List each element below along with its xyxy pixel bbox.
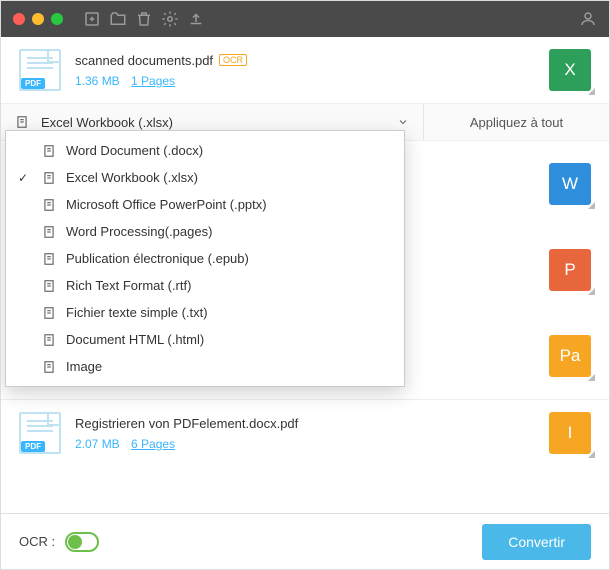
format-option[interactable]: Word Processing(.pages) [6, 218, 404, 245]
convert-button[interactable]: Convertir [482, 524, 591, 560]
ocr-label: OCR : [19, 534, 55, 549]
format-option[interactable]: Microsoft Office PowerPoint (.pptx) [6, 191, 404, 218]
format-option[interactable]: Document HTML (.html) [6, 326, 404, 353]
format-option-label: Word Processing(.pages) [66, 224, 212, 239]
pdf-badge: PDF [21, 441, 45, 452]
document-icon [42, 171, 56, 185]
format-option[interactable]: Word Document (.docx) [6, 137, 404, 164]
folder-icon[interactable] [109, 10, 127, 28]
file-pages-link[interactable]: 6 Pages [131, 437, 175, 451]
target-format-badge[interactable]: I [549, 412, 591, 454]
document-icon [15, 115, 29, 129]
file-name-label: Registrieren von PDFelement.docx.pdf [75, 416, 298, 431]
target-format-badge[interactable]: Pa [549, 335, 591, 377]
file-row: PDF scanned documents.pdf OCR 1.36 MB 1 … [1, 37, 609, 103]
close-window-button[interactable] [13, 13, 25, 25]
format-selected-label: Excel Workbook (.xlsx) [41, 115, 173, 130]
target-format-badge[interactable]: X [549, 49, 591, 91]
document-icon [42, 252, 56, 266]
gear-icon[interactable] [161, 10, 179, 28]
app-window: PDF scanned documents.pdf OCR 1.36 MB 1 … [0, 0, 610, 570]
format-option-label: Excel Workbook (.xlsx) [66, 170, 198, 185]
ocr-toggle[interactable] [65, 532, 99, 552]
format-option[interactable]: Image [6, 353, 404, 380]
format-option-label: Image [66, 359, 102, 374]
format-option[interactable]: Excel Workbook (.xlsx) [6, 164, 404, 191]
chevron-down-icon [397, 116, 409, 128]
document-icon [42, 279, 56, 293]
file-pages-link[interactable]: 1 Pages [131, 74, 175, 88]
ocr-badge: OCR [219, 54, 247, 66]
document-icon [42, 198, 56, 212]
target-format-badge[interactable]: P [549, 249, 591, 291]
document-icon [42, 144, 56, 158]
titlebar [1, 1, 609, 37]
user-icon[interactable] [579, 10, 597, 28]
upload-icon[interactable] [187, 10, 205, 28]
pdf-icon: PDF [19, 412, 61, 454]
format-option-label: Document HTML (.html) [66, 332, 204, 347]
format-option[interactable]: Publication électronique (.epub) [6, 245, 404, 272]
add-file-icon[interactable] [83, 10, 101, 28]
pdf-badge: PDF [21, 78, 45, 89]
file-size: 1.36 MB [75, 74, 120, 88]
document-icon [42, 225, 56, 239]
apply-all-button[interactable]: Appliquez à tout [424, 104, 609, 140]
format-option[interactable]: Fichier texte simple (.txt) [6, 299, 404, 326]
window-controls [13, 13, 63, 25]
minimize-window-button[interactable] [32, 13, 44, 25]
pdf-icon: PDF [19, 49, 61, 91]
format-option[interactable]: Rich Text Format (.rtf) [6, 272, 404, 299]
file-info: scanned documents.pdf OCR 1.36 MB 1 Page… [75, 53, 535, 88]
document-icon [42, 360, 56, 374]
format-option-label: Fichier texte simple (.txt) [66, 305, 208, 320]
trash-icon[interactable] [135, 10, 153, 28]
format-option-label: Word Document (.docx) [66, 143, 203, 158]
file-name-label: scanned documents.pdf [75, 53, 213, 68]
file-size: 2.07 MB [75, 437, 120, 451]
file-list: PDF scanned documents.pdf OCR 1.36 MB 1 … [1, 37, 609, 513]
format-option-label: Rich Text Format (.rtf) [66, 278, 191, 293]
zoom-window-button[interactable] [51, 13, 63, 25]
file-row: PDF Registrieren von PDFelement.docx.pdf… [1, 399, 609, 466]
document-icon [42, 306, 56, 320]
document-icon [42, 333, 56, 347]
format-option-label: Publication électronique (.epub) [66, 251, 249, 266]
format-dropdown-menu: Word Document (.docx) Excel Workbook (.xl… [5, 130, 405, 387]
target-format-badge[interactable]: W [549, 163, 591, 205]
footer: OCR : Convertir [1, 513, 609, 569]
file-info: Registrieren von PDFelement.docx.pdf 2.0… [75, 416, 535, 451]
format-option-label: Microsoft Office PowerPoint (.pptx) [66, 197, 267, 212]
